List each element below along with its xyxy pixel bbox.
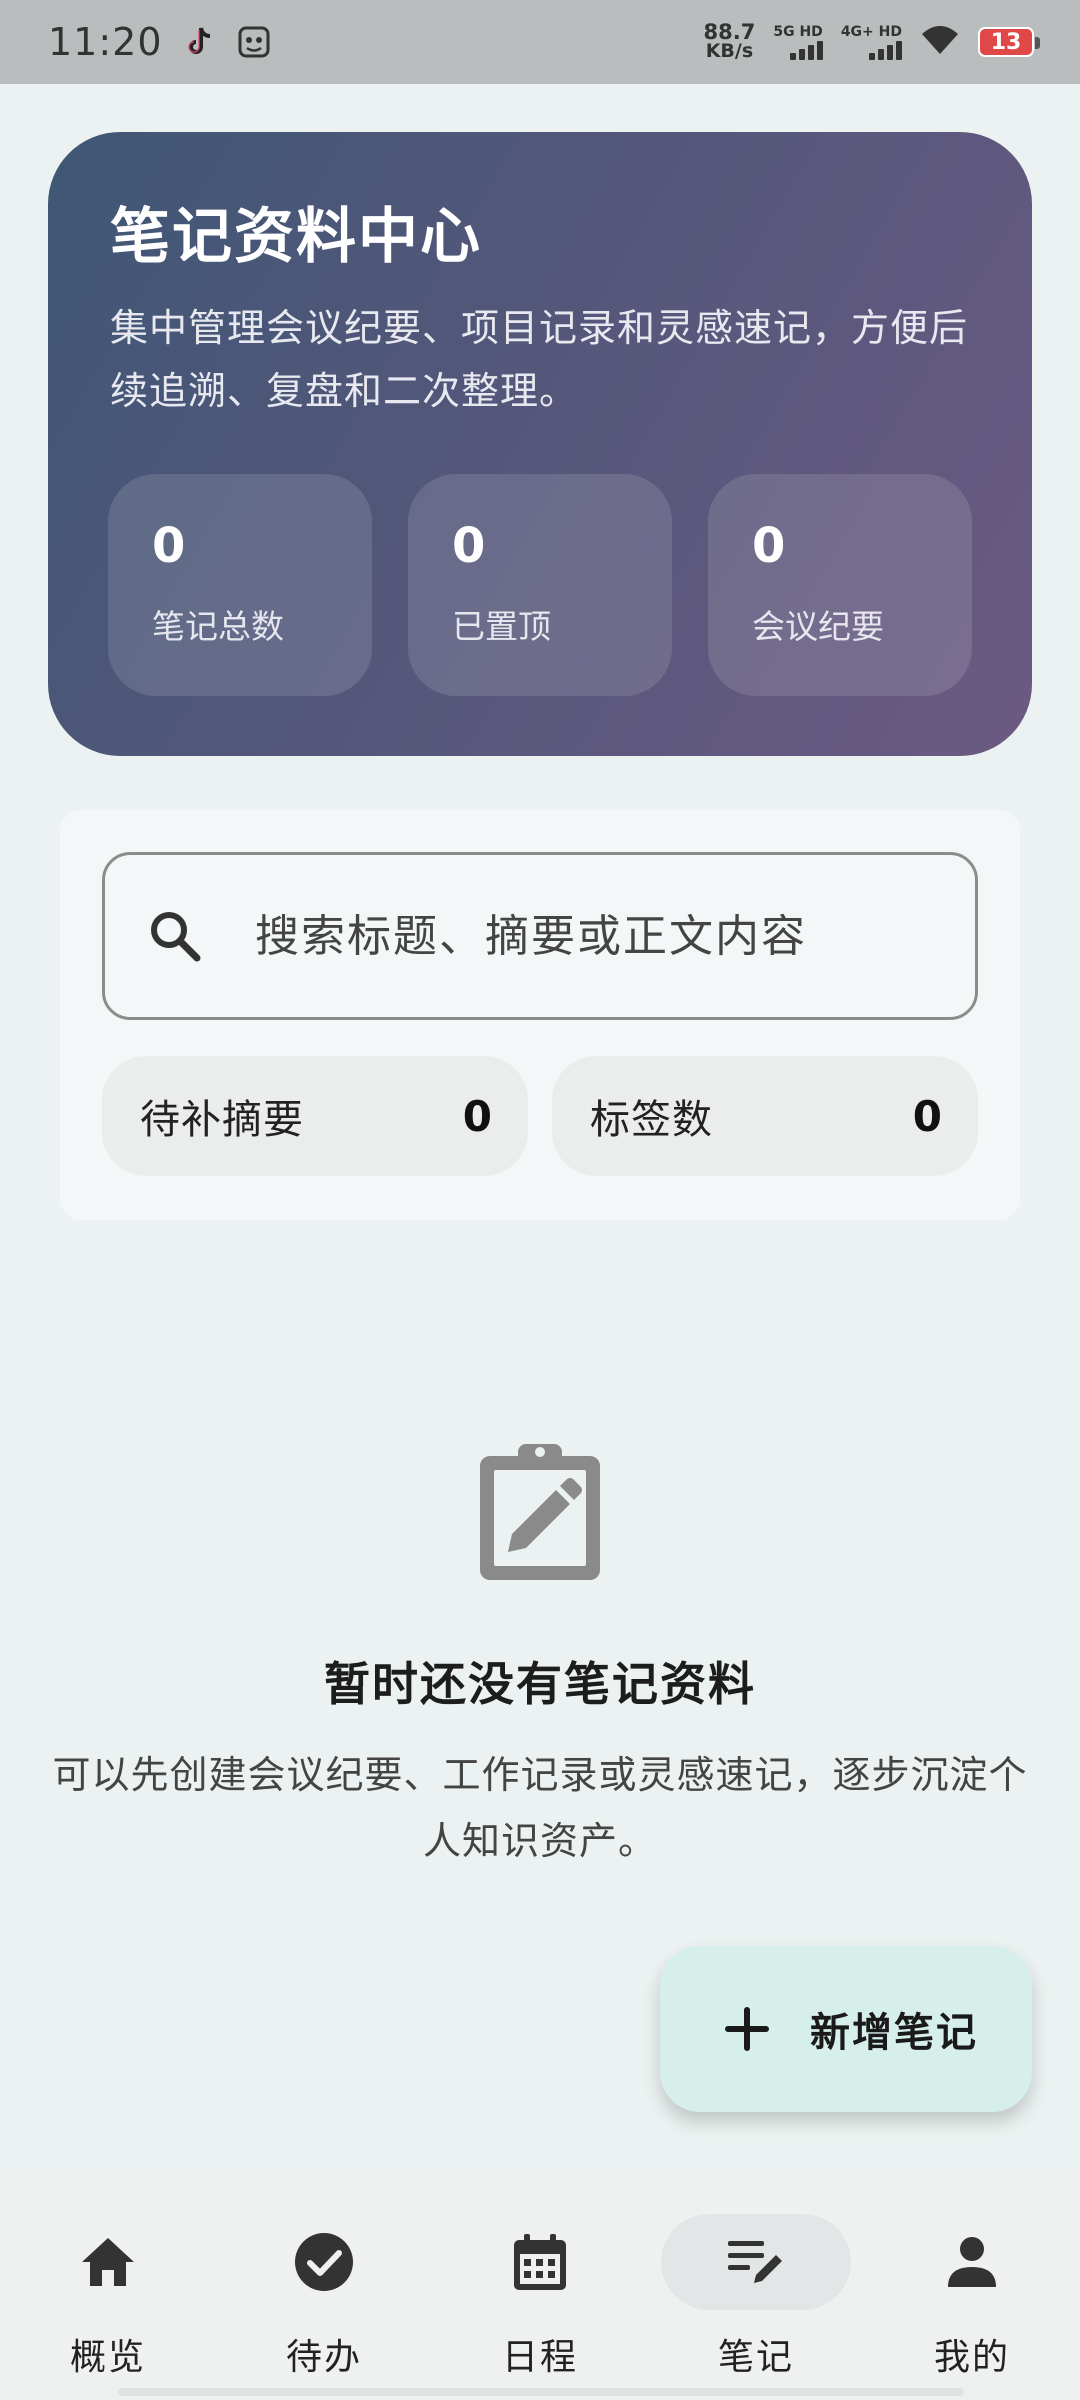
status-right: 88.7 KB/s 5G HD 4G+ HD 13 xyxy=(704,22,1040,62)
net-speed: 88.7 KB/s xyxy=(704,22,756,62)
chip-label: 标签数 xyxy=(590,1097,713,1143)
sim2-signal: 4G+ HD xyxy=(841,24,902,60)
stat-value: 0 xyxy=(452,518,486,574)
sim1-label: 5G HD xyxy=(773,24,823,40)
nav-icon-wrap xyxy=(661,2214,851,2310)
summary-chips: 待补摘要 0 标签数 0 xyxy=(102,1056,978,1176)
add-note-label: 新增笔记 xyxy=(810,2010,978,2056)
nav-label: 概览 xyxy=(69,2337,146,2378)
check-circle-icon xyxy=(295,2233,353,2291)
stat-pinned: 0 已置顶 xyxy=(408,474,672,696)
net-speed-unit: KB/s xyxy=(705,40,754,62)
bottom-nav: 概览 待办 日程 笔记 我的 xyxy=(0,2170,1080,2400)
nav-icon-wrap xyxy=(13,2214,203,2310)
nav-item-todo[interactable]: 待办 xyxy=(216,2214,432,2400)
home-icon xyxy=(82,2238,134,2286)
sim1-signal: 5G HD xyxy=(773,24,823,60)
nav-icon-wrap xyxy=(445,2214,635,2310)
tiktok-icon xyxy=(183,25,217,59)
gesture-handle xyxy=(118,2388,964,2396)
clipboard-edit-icon xyxy=(474,1438,606,1584)
stat-total-notes: 0 笔记总数 xyxy=(108,474,372,696)
chip-value: 0 xyxy=(462,1091,492,1141)
page-title: 笔记资料中心 xyxy=(110,202,482,272)
stat-meeting-notes: 0 会议纪要 xyxy=(708,474,972,696)
stat-label: 已置顶 xyxy=(452,607,551,646)
nav-item-profile[interactable]: 我的 xyxy=(864,2214,1080,2400)
search-panel: 待补摘要 0 标签数 0 xyxy=(60,810,1020,1220)
status-time: 11:20 xyxy=(48,20,163,64)
chip-tag-count[interactable]: 标签数 0 xyxy=(552,1056,978,1176)
nav-item-overview[interactable]: 概览 xyxy=(0,2214,216,2400)
signal-bars-icon xyxy=(789,40,823,60)
app-icon xyxy=(237,25,271,59)
add-note-button[interactable]: 新增笔记 xyxy=(660,1946,1032,2112)
sim2-label: 4G+ HD xyxy=(840,24,902,40)
stat-value: 0 xyxy=(152,518,186,574)
nav-label: 我的 xyxy=(933,2337,1010,2378)
wifi-icon xyxy=(920,24,960,60)
search-icon xyxy=(145,906,205,966)
empty-state-title: 暂时还没有笔记资料 xyxy=(324,1657,756,1711)
battery-level: 13 xyxy=(990,29,1022,55)
chip-value: 0 xyxy=(912,1091,942,1141)
search-input[interactable] xyxy=(255,910,895,962)
stats-row: 0 笔记总数 0 已置顶 0 会议纪要 xyxy=(108,474,972,696)
status-bar: 11:20 88.7 KB/s 5G HD 4G+ HD 13 xyxy=(0,0,1080,84)
notes-edit-icon xyxy=(728,2241,782,2283)
stat-label: 笔记总数 xyxy=(152,607,284,646)
person-icon xyxy=(948,2237,996,2287)
plus-icon xyxy=(722,2004,772,2054)
calendar-icon xyxy=(514,2234,566,2290)
chip-pending-summary[interactable]: 待补摘要 0 xyxy=(102,1056,528,1176)
nav-icon-wrap xyxy=(877,2214,1067,2310)
stat-value: 0 xyxy=(752,518,786,574)
hero-description: 集中管理会议纪要、项目记录和灵感速记，方便后续追溯、复盘和二次整理。 xyxy=(110,306,969,413)
nav-item-notes[interactable]: 笔记 xyxy=(648,2214,864,2400)
chip-label: 待补摘要 xyxy=(140,1097,304,1143)
nav-label: 日程 xyxy=(501,2337,578,2378)
signal-bars-icon xyxy=(869,40,902,60)
nav-icon-wrap xyxy=(229,2214,419,2310)
stat-label: 会议纪要 xyxy=(752,607,884,646)
status-left: 11:20 xyxy=(48,20,271,64)
nav-label: 笔记 xyxy=(717,2337,794,2378)
empty-state-description: 可以先创建会议纪要、工作记录或灵感速记，逐步沉淀个人知识资产。 xyxy=(52,1753,1028,1863)
battery-indicator: 13 xyxy=(978,27,1040,57)
nav-item-schedule[interactable]: 日程 xyxy=(432,2214,648,2400)
nav-label: 待办 xyxy=(285,2337,362,2378)
search-box[interactable] xyxy=(102,852,978,1020)
hero-card: 笔记资料中心 集中管理会议纪要、项目记录和灵感速记，方便后续追溯、复盘和二次整理… xyxy=(48,132,1032,756)
